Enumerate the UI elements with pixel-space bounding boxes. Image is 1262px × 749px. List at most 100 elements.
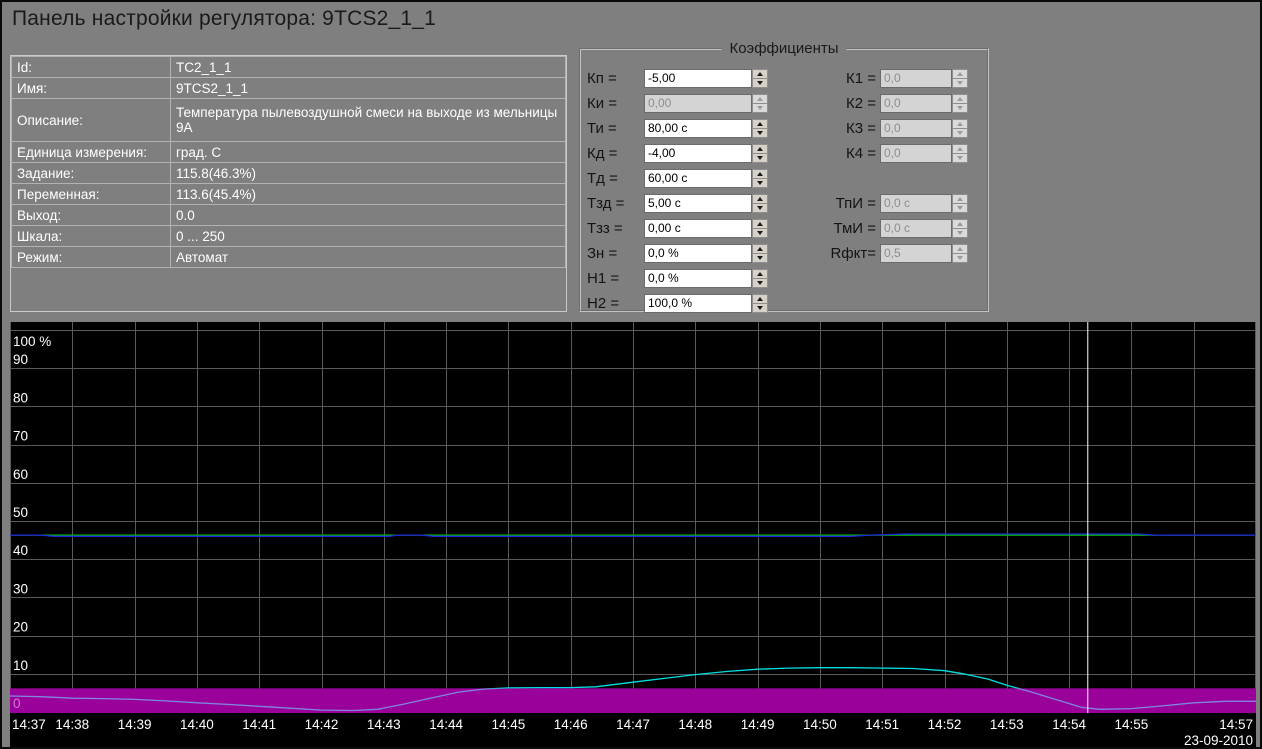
x-axis-label: 14:55 (1115, 717, 1149, 732)
y-axis-label: 90 (13, 352, 28, 367)
info-value-cell: 9TCS2_1_1 (171, 78, 566, 99)
coeff-input-h2[interactable] (644, 294, 752, 313)
coeff-input-h1[interactable] (644, 269, 752, 288)
spin-up-button[interactable] (752, 294, 768, 304)
coeff-field-ti: Ти = (587, 118, 768, 138)
trend-chart[interactable]: 0102030405060708090100 %14:3714:3814:391… (10, 322, 1256, 747)
table-row: Единица измерения:град. C (12, 142, 566, 163)
coeff-field-k2: К2 = (762, 93, 968, 113)
x-axis-label: 14:46 (554, 717, 588, 732)
info-table: Id:TC2_1_1Имя:9TCS2_1_1Описание:Температ… (11, 56, 566, 268)
coeff-field-tmi: ТмИ = (762, 218, 968, 238)
info-value-cell: Автомат (171, 247, 566, 268)
coeff-label-td: Тд = (587, 170, 644, 187)
coeff-label-k1: К1 = (762, 70, 880, 87)
y-axis-label: 80 (13, 390, 28, 405)
coeff-field-h2: Н2 = (587, 293, 768, 313)
coeff-label-tzz: Тзз = (587, 220, 644, 237)
y-axis-label: 100 % (13, 334, 51, 349)
coeff-label-rfkt: Rфкт= (762, 245, 880, 262)
coeff-field-kp: Кп = (587, 68, 768, 88)
x-axis-label: 14:47 (616, 717, 650, 732)
coeff-label-tzd: Тзд = (587, 195, 644, 212)
x-axis-label: 14:54 (1052, 717, 1086, 732)
spin-up-button (952, 144, 968, 154)
x-axis-label: 14:43 (367, 717, 401, 732)
y-axis-label: 10 (13, 658, 28, 673)
coeff-input-td[interactable] (644, 169, 752, 188)
spin-up-button[interactable] (752, 269, 768, 279)
spin-down-button[interactable] (752, 279, 768, 288)
x-axis-label: 14:39 (118, 717, 152, 732)
spinner-h2 (752, 294, 768, 313)
coeff-input-tzd[interactable] (644, 194, 752, 213)
info-label-cell: Режим: (12, 247, 171, 268)
spin-down-button[interactable] (752, 304, 768, 313)
x-axis-label: 14:45 (492, 717, 526, 732)
coeff-label-ki: Ки = (587, 95, 644, 112)
x-axis-label: 14:37 (12, 717, 46, 732)
coeff-input-kp[interactable] (644, 69, 752, 88)
x-axis-label: 14:49 (741, 717, 775, 732)
coeff-field-tzz: Тзз = (587, 218, 768, 238)
spin-up-button (952, 119, 968, 129)
table-row: Переменная:113.6(45.4%) (12, 184, 566, 205)
coeff-label-k3: К3 = (762, 120, 880, 137)
x-axis-label: 14:40 (180, 717, 214, 732)
spin-down-button (952, 129, 968, 138)
spin-down-button (952, 104, 968, 113)
info-value-cell: град. C (171, 142, 566, 163)
spin-up-button (952, 244, 968, 254)
coeff-label-kd: Кд = (587, 145, 644, 162)
spinner-k4 (952, 144, 968, 163)
spin-up-button (952, 194, 968, 204)
coeff-field-kd: Кд = (587, 143, 768, 163)
info-table-body: Id:TC2_1_1Имя:9TCS2_1_1Описание:Температ… (12, 57, 566, 268)
coeff-input-kd[interactable] (644, 144, 752, 163)
coeff-field-k3: К3 = (762, 118, 968, 138)
info-value-cell: 0.0 (171, 205, 566, 226)
coeff-input-ti[interactable] (644, 119, 752, 138)
coeff-input-zn[interactable] (644, 244, 752, 263)
coeff-field-tpi: ТпИ = (762, 193, 968, 213)
coeff-input-tzz[interactable] (644, 219, 752, 238)
coeff-label-h2: Н2 = (587, 295, 644, 312)
info-label-cell: Выход: (12, 205, 171, 226)
spinner-h1 (752, 269, 768, 288)
spin-up-button[interactable] (752, 169, 768, 179)
spinner-td (752, 169, 768, 188)
coeff-label-k2: К2 = (762, 95, 880, 112)
spinner-rfkt (952, 244, 968, 263)
coeff-input-k1 (880, 69, 952, 88)
coeff-input-k4 (880, 144, 952, 163)
spinner-k2 (952, 94, 968, 113)
spinner-k3 (952, 119, 968, 138)
coeff-field-rfkt: Rфкт= (762, 243, 968, 263)
spin-down-button (952, 154, 968, 163)
spin-up-button (952, 94, 968, 104)
x-axis-label: 14:50 (803, 717, 837, 732)
coeff-label-k4: К4 = (762, 145, 880, 162)
info-label-cell: Шкала: (12, 226, 171, 247)
info-value-cell: 0 ... 250 (171, 226, 566, 247)
spin-down-button (952, 79, 968, 88)
table-row: Задание:115.8(46.3%) (12, 163, 566, 184)
table-row: Описание:Температура пылевоздушной смеси… (12, 99, 566, 142)
table-row: Id:TC2_1_1 (12, 57, 566, 78)
info-value-cell: 113.6(45.4%) (171, 184, 566, 205)
spinner-tmi (952, 219, 968, 238)
table-row: Имя:9TCS2_1_1 (12, 78, 566, 99)
x-axis-label: 14:41 (242, 717, 276, 732)
spin-down-button (952, 204, 968, 213)
coeff-input-ki (644, 94, 752, 113)
x-axis-label: 14:57 (1219, 717, 1253, 732)
x-axis-label: 14:53 (990, 717, 1024, 732)
date-label: 23-09-2010 (1184, 733, 1253, 747)
coeff-field-zn: Зн = (587, 243, 768, 263)
spin-down-button (952, 254, 968, 263)
info-label-cell: Id: (12, 57, 171, 78)
coeff-label-zn: Зн = (587, 245, 644, 262)
coeff-field-ki: Ки = (587, 93, 768, 113)
y-axis-label: 0 (13, 696, 21, 711)
spin-down-button[interactable] (752, 179, 768, 188)
